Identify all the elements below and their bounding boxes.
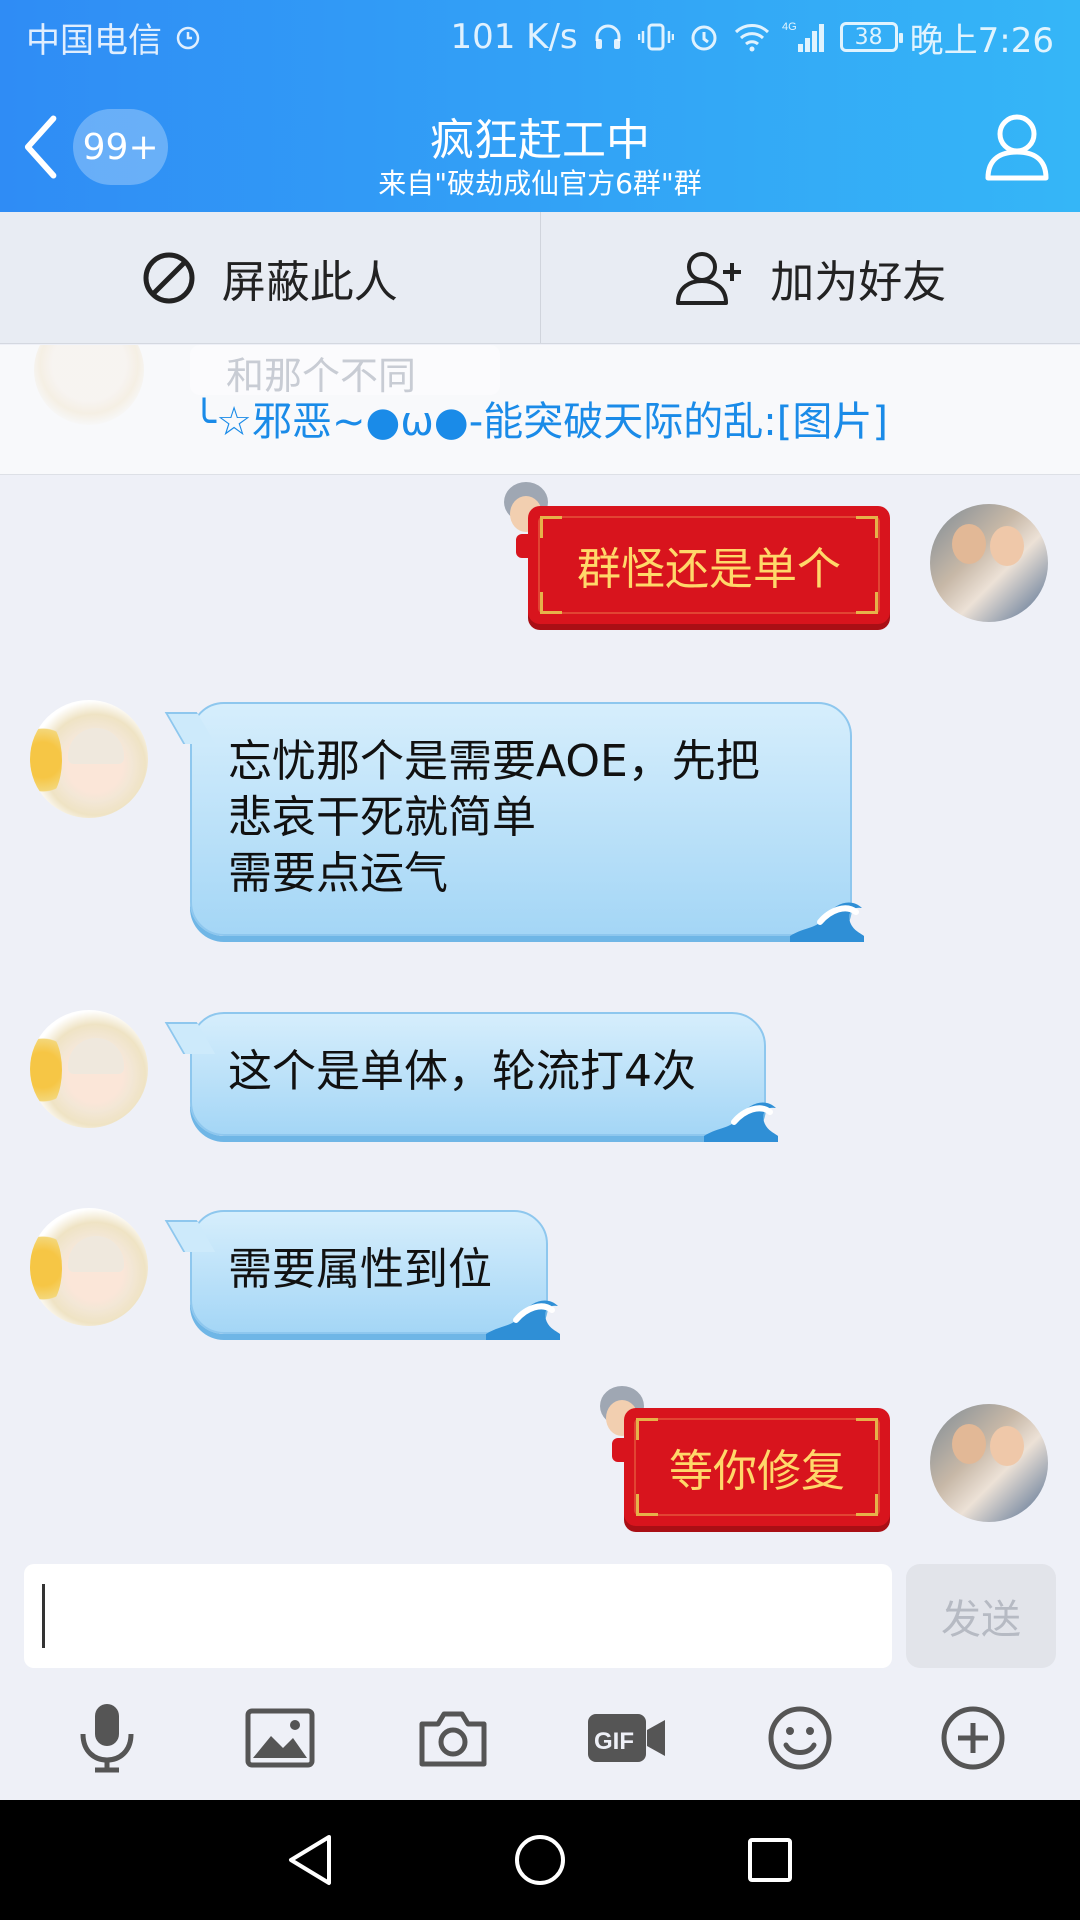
- message-line: 这个是单体，轮流打4次: [228, 1046, 696, 1097]
- wifi-icon: [734, 19, 770, 55]
- message-line: 需要属性到位: [228, 1244, 492, 1295]
- block-icon: [143, 252, 195, 303]
- triangle-back-icon: [289, 1835, 331, 1885]
- square-recents-icon: [748, 1838, 792, 1882]
- vibrate-icon: [637, 19, 674, 55]
- carrier-name: 中国电信: [26, 20, 162, 61]
- my-avatar[interactable]: [930, 504, 1048, 622]
- add-friend-label: 加为好友: [770, 256, 947, 308]
- nav-recents-button[interactable]: [740, 1830, 800, 1890]
- new-message-notice[interactable]: 和那个不同 ╰☆邪恶~●ω●-能突破天际的乱:[图片]: [0, 345, 1080, 475]
- system-navigation-bar: [0, 1800, 1080, 1920]
- block-user-button[interactable]: 屏蔽此人: [0, 212, 540, 343]
- sender-avatar[interactable]: [30, 1010, 148, 1128]
- gif-icon: GIF: [587, 1714, 665, 1762]
- network-type: 4G: [782, 21, 797, 33]
- network-speed: 101 K/s: [450, 17, 578, 57]
- chat-title: 疯狂赶工中: [430, 115, 650, 166]
- gallery-button[interactable]: [235, 1693, 325, 1783]
- message-bubble[interactable]: 需要属性到位: [190, 1210, 560, 1340]
- block-user-label: 屏蔽此人: [221, 256, 398, 308]
- message-line: 悲哀干死就简单: [228, 792, 536, 843]
- chat-subtitle: 来自"破劫成仙官方6群"群: [378, 167, 702, 200]
- sender-avatar[interactable]: [30, 700, 148, 818]
- microphone-icon: [80, 1704, 134, 1773]
- notice-text: ╰☆邪恶~●ω●-能突破天际的乱:[图片]: [192, 399, 888, 445]
- message-text: 群怪还是单个: [577, 544, 841, 595]
- chat-header: 中国电信 101 K/s 4G 38 晚上7:26 99+ 疯狂赶工中 来自"破…: [0, 0, 1080, 212]
- more-button[interactable]: [928, 1693, 1018, 1783]
- emoji-icon: [768, 1706, 832, 1770]
- composer-toolbar: GIF: [0, 1676, 1080, 1800]
- my-avatar[interactable]: [930, 1404, 1048, 1522]
- send-button[interactable]: 发送: [906, 1564, 1056, 1668]
- add-friend-icon: [676, 251, 742, 305]
- camera-button[interactable]: [408, 1693, 498, 1783]
- stranger-action-bar: 屏蔽此人 加为好友: [0, 212, 1080, 344]
- add-friend-button[interactable]: 加为好友: [541, 212, 1080, 343]
- gif-button[interactable]: GIF: [582, 1693, 672, 1783]
- wave-decoration-icon: [486, 1300, 560, 1340]
- svg-text:GIF: GIF: [594, 1728, 634, 1755]
- nav-back-button[interactable]: [280, 1830, 340, 1890]
- voice-button[interactable]: [62, 1693, 152, 1783]
- message-bubble[interactable]: 这个是单体，轮流打4次: [190, 1012, 778, 1142]
- cellular-signal-icon: 4G: [782, 19, 828, 55]
- message-line: 需要点运气: [228, 848, 448, 899]
- clock: 晚上7:26: [909, 20, 1054, 61]
- composer: 发送: [0, 1556, 1080, 1676]
- message-bubble[interactable]: 忘忧那个是需要AOE，先把 悲哀干死就简单 需要点运气: [190, 702, 864, 942]
- message-text: 等你修复: [669, 1446, 845, 1497]
- circle-home-icon: [515, 1835, 565, 1885]
- nav-home-button[interactable]: [510, 1830, 570, 1890]
- wave-decoration-icon: [790, 902, 864, 942]
- message-bubble[interactable]: 等你修复: [624, 1408, 890, 1526]
- profile-icon[interactable]: [982, 110, 1052, 182]
- sender-avatar[interactable]: [30, 1208, 148, 1326]
- message-input[interactable]: [24, 1564, 892, 1668]
- ghost-message-text: 和那个不同: [190, 345, 500, 398]
- plus-icon: [941, 1706, 1005, 1770]
- timer-icon: [170, 19, 206, 55]
- message-line: 忘忧那个是需要AOE，先把: [228, 736, 760, 787]
- text-caret: [42, 1584, 45, 1648]
- emoji-button[interactable]: [755, 1693, 845, 1783]
- camera-icon: [419, 1711, 487, 1767]
- message-list[interactable]: 群怪还是单个 忘忧那个是需要AOE，先把 悲哀干死就简单 需要点运气 这个是单体…: [0, 476, 1080, 1556]
- battery-indicator: 38: [839, 22, 903, 52]
- message-bubble[interactable]: 群怪还是单个: [528, 506, 890, 624]
- alarm-icon: [686, 19, 722, 55]
- headphones-icon: [590, 19, 626, 55]
- status-bar: 中国电信 101 K/s 4G 38 晚上7:26: [0, 0, 1080, 74]
- title-bar: 99+ 疯狂赶工中 来自"破劫成仙官方6群"群: [0, 74, 1080, 212]
- wave-decoration-icon: [704, 1102, 778, 1142]
- image-icon: [245, 1708, 315, 1768]
